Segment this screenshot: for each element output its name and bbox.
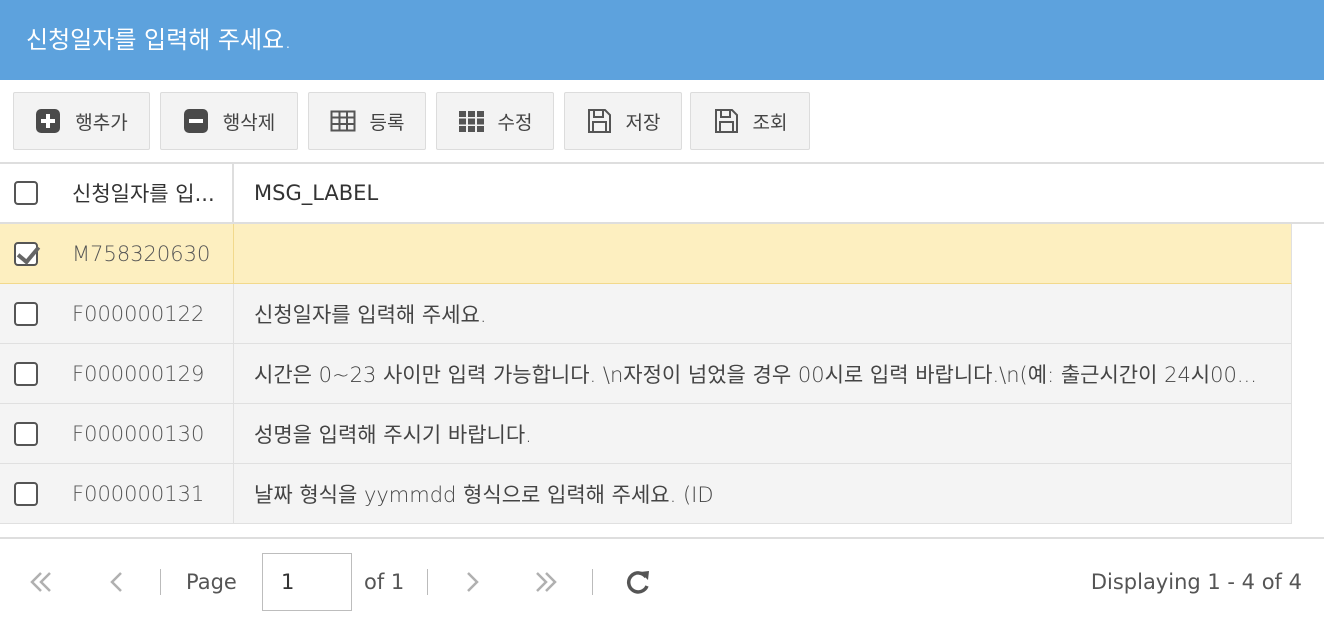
row-check-cell xyxy=(0,344,52,403)
row-id-cell: F000000131 xyxy=(52,464,234,523)
row-checkbox[interactable] xyxy=(14,481,38,506)
grid-header: 신청일자를 입... MSG_LABEL xyxy=(0,162,1324,224)
table-row[interactable]: F000000122 신청일자를 입력해 주세요. xyxy=(0,284,1292,344)
row-checkbox[interactable] xyxy=(14,421,38,446)
pager-divider xyxy=(427,569,428,595)
page-of-label: of 1 xyxy=(364,569,405,594)
double-chevron-left-icon xyxy=(30,571,51,592)
row-id-cell: F000000129 xyxy=(52,344,234,403)
row-checkbox[interactable] xyxy=(14,301,38,326)
row-msg-cell xyxy=(234,224,1291,283)
delete-row-label: 행삭제 xyxy=(222,111,276,134)
row-msg-text: 성명을 입력해 주시기 바랍니다. xyxy=(254,422,532,447)
register-button[interactable]: 등록 xyxy=(308,92,426,150)
displaying-info: Displaying 1 - 4 of 4 xyxy=(1090,569,1302,594)
table-row[interactable]: F000000130 성명을 입력해 주시기 바랍니다. xyxy=(0,404,1292,464)
refresh-button[interactable] xyxy=(624,539,652,622)
column-header-date[interactable]: 신청일자를 입... xyxy=(52,164,234,222)
pagination-bar: Page of 1 Displaying 1 - 4 of 4 xyxy=(0,537,1324,622)
table-row[interactable]: M758320630 xyxy=(0,224,1292,284)
row-msg-cell: 날짜 형식을 yymmdd 형식으로 입력해 주세요. (ID xyxy=(234,464,1291,523)
row-check-cell xyxy=(0,284,52,343)
edit-button[interactable]: 수정 xyxy=(436,92,554,150)
row-id-cell: M758320630 xyxy=(52,224,234,283)
chevron-right-icon xyxy=(467,571,479,592)
floppy-disk-icon xyxy=(714,109,738,133)
toolbar: 행추가 행삭제 등록 수정 저장 조회 xyxy=(0,80,1324,162)
page-title: 신청일자를 입력해 주세요. xyxy=(0,0,1324,80)
delete-row-button[interactable]: 행삭제 xyxy=(160,92,298,150)
minus-square-icon xyxy=(183,109,208,133)
last-page-button[interactable] xyxy=(533,539,559,622)
row-id-cell: F000000130 xyxy=(52,404,234,463)
grid-body: M758320630 F000000122 신청일자를 입력해 주세요. F00… xyxy=(0,224,1292,524)
search-button[interactable]: 조회 xyxy=(690,92,810,150)
table-row[interactable]: F000000131 날짜 형식을 yymmdd 형식으로 입력해 주세요. (… xyxy=(0,464,1292,524)
table-row[interactable]: F000000129 시간은 0~23 사이만 입력 가능합니다. \n자정이 … xyxy=(0,344,1292,404)
row-check-cell xyxy=(0,464,52,523)
page-number-input[interactable] xyxy=(262,553,352,611)
row-msg-cell: 성명을 입력해 주시기 바랍니다. xyxy=(234,404,1291,463)
refresh-icon xyxy=(627,570,649,594)
next-page-button[interactable] xyxy=(463,539,483,622)
floppy-disk-icon xyxy=(587,109,611,133)
row-checkbox[interactable] xyxy=(14,241,38,266)
edit-label: 수정 xyxy=(497,111,533,134)
double-chevron-right-icon xyxy=(536,571,557,592)
row-msg-cell: 시간은 0~23 사이만 입력 가능합니다. \n자정이 넘었을 경우 00시로… xyxy=(234,344,1291,403)
row-msg-text: 신청일자를 입력해 주세요. xyxy=(254,302,487,327)
search-label: 조회 xyxy=(752,111,788,134)
save-label: 저장 xyxy=(625,111,661,134)
add-row-button[interactable]: 행추가 xyxy=(13,92,150,150)
row-id-cell: F000000122 xyxy=(52,284,234,343)
select-all-cell xyxy=(0,164,52,222)
prev-page-button[interactable] xyxy=(106,539,126,622)
page-label: Page xyxy=(186,569,237,594)
row-msg-cell: 신청일자를 입력해 주세요. xyxy=(234,284,1291,343)
register-label: 등록 xyxy=(369,111,405,134)
plus-square-icon xyxy=(36,109,61,133)
column-header-msg-label[interactable]: MSG_LABEL xyxy=(234,164,1324,222)
select-all-checkbox[interactable] xyxy=(14,181,38,205)
chevron-left-icon xyxy=(110,571,122,592)
save-button[interactable]: 저장 xyxy=(564,92,682,150)
first-page-button[interactable] xyxy=(28,539,54,622)
table-icon xyxy=(330,110,356,132)
grid-icon xyxy=(458,111,484,132)
row-msg-text: 날짜 형식을 yymmdd 형식으로 입력해 주세요. (ID xyxy=(254,482,714,507)
add-row-label: 행추가 xyxy=(75,111,128,134)
pager-divider xyxy=(160,569,161,595)
row-check-cell xyxy=(0,404,52,463)
row-check-cell xyxy=(0,224,52,283)
row-msg-text: 시간은 0~23 사이만 입력 가능합니다. \n자정이 넘었을 경우 00시로… xyxy=(254,362,1257,387)
pager-divider xyxy=(592,569,593,595)
row-checkbox[interactable] xyxy=(14,361,38,386)
